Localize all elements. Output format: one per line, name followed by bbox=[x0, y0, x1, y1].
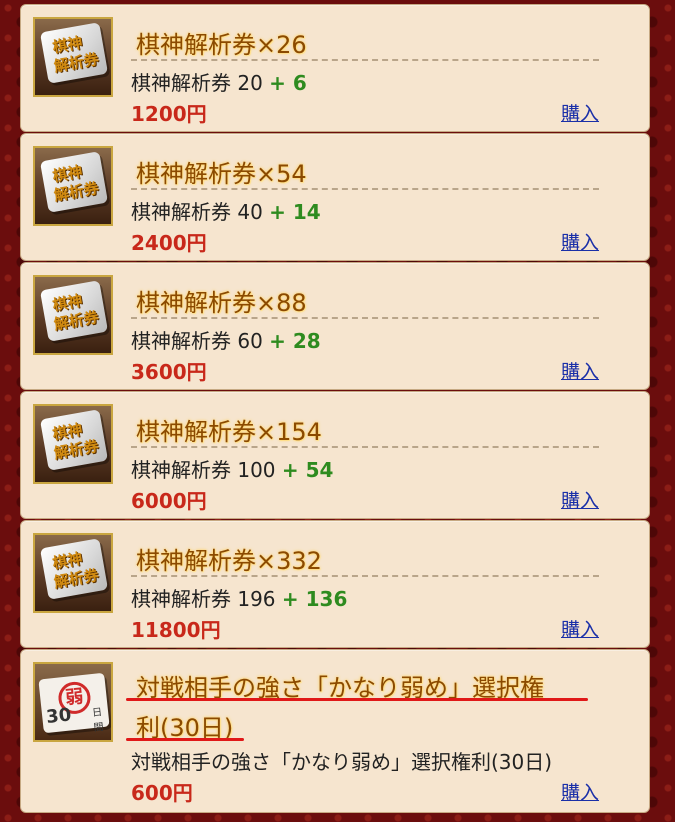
buy-link[interactable]: 購入 bbox=[561, 778, 599, 805]
bonus-amount: + 54 bbox=[281, 458, 334, 482]
bonus-amount: + 14 bbox=[269, 200, 321, 224]
product-price: 2400円 bbox=[131, 231, 207, 255]
product-desc: 棋神解析券 196 + 136 bbox=[131, 587, 348, 611]
product-price: 3600円 bbox=[131, 360, 207, 384]
buy-link[interactable]: 購入 bbox=[561, 228, 599, 255]
product-price: 1200円 bbox=[131, 102, 207, 126]
analysis-ticket-icon: 棋神 解析券 bbox=[33, 275, 113, 355]
analysis-ticket-icon: 棋神 解析券 bbox=[33, 404, 113, 484]
product-title: 棋神解析券×54 bbox=[136, 160, 307, 188]
bonus-amount: + 28 bbox=[269, 329, 321, 353]
highlight-underline bbox=[126, 738, 244, 741]
divider bbox=[131, 188, 599, 190]
weak-opponent-30day-icon: 弱 30 日間 bbox=[33, 662, 113, 742]
product-card: 棋神 解析券 棋神解析券×54 棋神解析券 40 + 14 2400円 購入 bbox=[20, 133, 650, 261]
divider bbox=[131, 59, 599, 61]
highlight-underline bbox=[126, 698, 588, 701]
divider bbox=[131, 575, 599, 577]
product-desc: 棋神解析券 60 + 28 bbox=[131, 329, 321, 353]
buy-link[interactable]: 購入 bbox=[561, 615, 599, 642]
product-price: 11800円 bbox=[131, 618, 221, 642]
divider bbox=[131, 317, 599, 319]
bonus-amount: + 136 bbox=[281, 587, 348, 611]
product-desc: 対戦相手の強さ「かなり弱め」選択権利(30日) bbox=[131, 750, 553, 774]
product-card-opponent-strength: 弱 30 日間 対戦相手の強さ「かなり弱め」選択権 利(30日) 対戦相手の強さ… bbox=[20, 649, 650, 813]
product-card: 棋神 解析券 棋神解析券×88 棋神解析券 60 + 28 3600円 購入 bbox=[20, 262, 650, 390]
product-price: 600円 bbox=[131, 781, 193, 805]
analysis-ticket-icon: 棋神 解析券 bbox=[33, 17, 113, 97]
product-desc: 棋神解析券 20 + 6 bbox=[131, 71, 307, 95]
bonus-amount: + 6 bbox=[269, 71, 307, 95]
product-title: 棋神解析券×26 bbox=[136, 31, 307, 59]
buy-link[interactable]: 購入 bbox=[561, 357, 599, 384]
product-title: 棋神解析券×332 bbox=[136, 547, 322, 575]
buy-link[interactable]: 購入 bbox=[561, 486, 599, 513]
buy-link[interactable]: 購入 bbox=[561, 99, 599, 126]
product-price: 6000円 bbox=[131, 489, 207, 513]
product-desc: 棋神解析券 100 + 54 bbox=[131, 458, 334, 482]
analysis-ticket-icon: 棋神 解析券 bbox=[33, 146, 113, 226]
divider bbox=[131, 446, 599, 448]
product-desc: 棋神解析券 40 + 14 bbox=[131, 200, 321, 224]
product-card: 棋神 解析券 棋神解析券×26 棋神解析券 20 + 6 1200円 購入 bbox=[20, 4, 650, 132]
product-card: 棋神 解析券 棋神解析券×332 棋神解析券 196 + 136 11800円 購… bbox=[20, 520, 650, 648]
analysis-ticket-icon: 棋神 解析券 bbox=[33, 533, 113, 613]
product-list: 棋神 解析券 棋神解析券×26 棋神解析券 20 + 6 1200円 購入 棋神解… bbox=[20, 0, 650, 822]
product-card: 棋神 解析券 棋神解析券×154 棋神解析券 100 + 54 6000円 購入 bbox=[20, 391, 650, 519]
product-title: 棋神解析券×154 bbox=[136, 418, 322, 446]
product-title: 棋神解析券×88 bbox=[136, 289, 307, 317]
